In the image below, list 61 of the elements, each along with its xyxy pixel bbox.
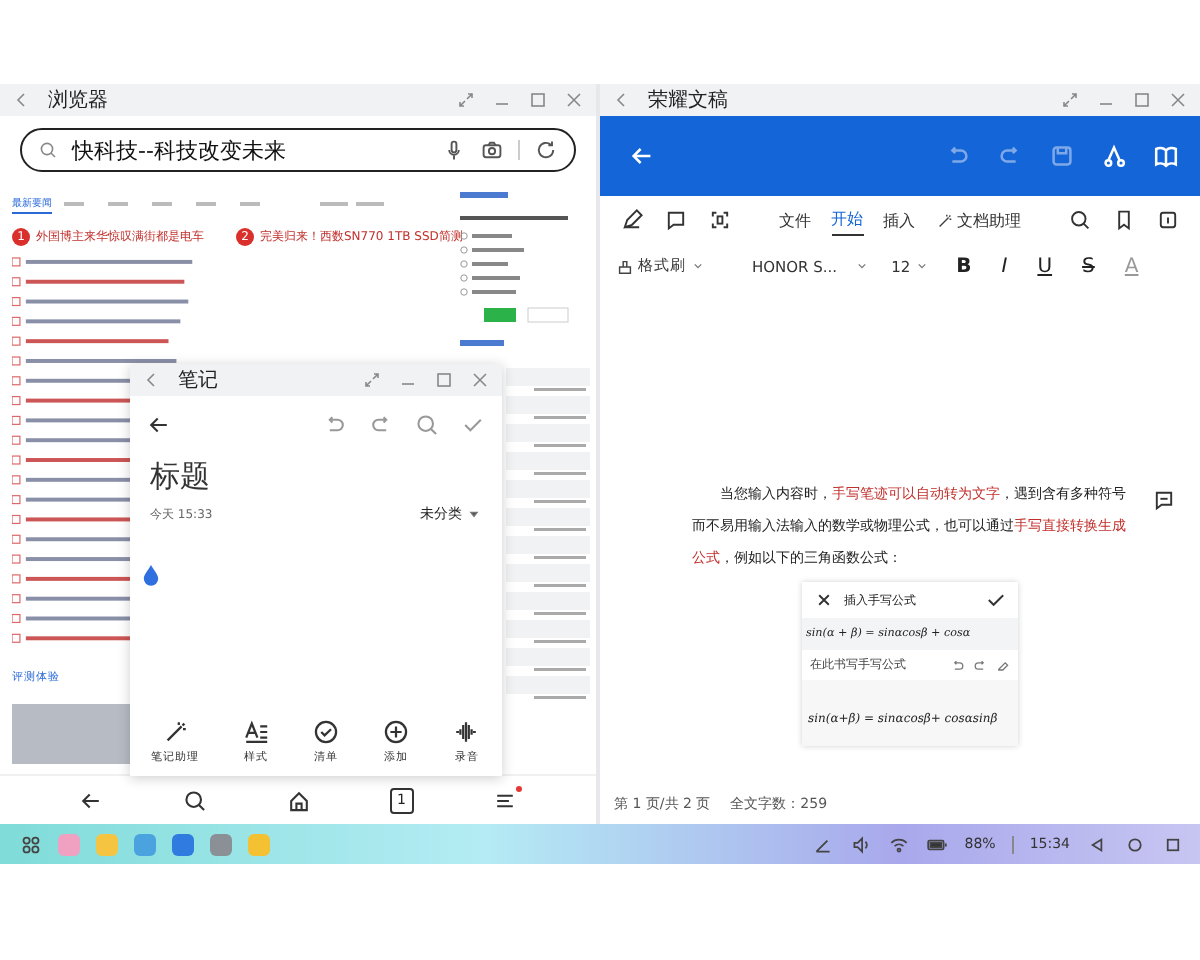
format-button[interactable]: B bbox=[952, 255, 976, 277]
back-triangle-icon[interactable] bbox=[1086, 833, 1108, 855]
window-title: 笔记 bbox=[178, 368, 218, 394]
volume-icon[interactable] bbox=[850, 833, 873, 855]
back-arrow-icon[interactable] bbox=[146, 412, 172, 438]
page-icon[interactable] bbox=[1156, 208, 1180, 232]
maximize-icon[interactable] bbox=[528, 90, 548, 110]
search-icon[interactable] bbox=[182, 787, 209, 813]
waveform-icon bbox=[452, 718, 481, 746]
cursor-handle-icon[interactable] bbox=[142, 564, 160, 586]
undo-icon[interactable] bbox=[950, 657, 966, 673]
format-button[interactable]: I bbox=[997, 255, 1012, 277]
home-icon[interactable] bbox=[285, 787, 312, 813]
menu-button[interactable] bbox=[491, 787, 518, 813]
book-icon[interactable] bbox=[1152, 142, 1180, 170]
search-field[interactable]: 快科技--科技改变未来 bbox=[20, 128, 576, 172]
expand-icon[interactable] bbox=[456, 90, 476, 110]
ribbon-tab[interactable]: 插入 bbox=[883, 205, 915, 235]
back-arrow-icon[interactable] bbox=[628, 142, 656, 170]
expand-icon[interactable] bbox=[362, 370, 382, 390]
save-icon[interactable] bbox=[1048, 142, 1076, 170]
search-icon[interactable] bbox=[1068, 208, 1092, 232]
ribbon-tab[interactable]: 开始 bbox=[831, 204, 863, 236]
scan-icon[interactable] bbox=[708, 208, 732, 232]
maximize-icon[interactable] bbox=[434, 370, 454, 390]
maximize-icon[interactable] bbox=[1132, 90, 1152, 110]
camera-icon[interactable] bbox=[480, 138, 504, 162]
eraser-icon[interactable] bbox=[994, 657, 1010, 673]
chevron-down-icon bbox=[914, 258, 931, 274]
plus-circle-icon bbox=[382, 718, 411, 746]
comment-icon[interactable] bbox=[664, 208, 688, 232]
wifi-icon[interactable] bbox=[888, 833, 911, 855]
app-icon[interactable] bbox=[210, 833, 232, 855]
search-icon bbox=[38, 140, 58, 160]
redo-icon[interactable] bbox=[972, 657, 988, 673]
text-style-icon bbox=[241, 718, 270, 746]
microphone-icon[interactable] bbox=[442, 138, 466, 162]
format-button[interactable]: U bbox=[1033, 255, 1057, 277]
magic-pen-icon bbox=[161, 718, 190, 746]
comment-icon[interactable] bbox=[1152, 488, 1176, 512]
brush-icon bbox=[616, 257, 634, 275]
expand-icon[interactable] bbox=[1060, 90, 1080, 110]
chevron-down-icon bbox=[690, 258, 706, 274]
ribbon-tab[interactable]: 文件 bbox=[779, 205, 811, 235]
app-icon[interactable] bbox=[172, 833, 194, 855]
app-grid-icon[interactable] bbox=[20, 833, 42, 855]
caret-icon bbox=[466, 506, 482, 522]
check-circle-icon bbox=[311, 718, 340, 746]
note-title: 标题 bbox=[148, 456, 212, 498]
format-button[interactable]: S bbox=[1078, 255, 1099, 277]
bookmark-icon[interactable] bbox=[1112, 208, 1136, 232]
ribbon-tab[interactable]: 文档助理 bbox=[935, 205, 1021, 235]
pen-icon[interactable] bbox=[620, 208, 644, 232]
home-circle-icon[interactable] bbox=[1124, 833, 1146, 855]
window-title: 荣耀文稿 bbox=[648, 87, 728, 114]
window-title: 浏览器 bbox=[48, 87, 108, 114]
magic-wand-icon bbox=[935, 211, 953, 229]
refresh-icon[interactable] bbox=[534, 138, 558, 162]
share-icon[interactable] bbox=[1100, 142, 1128, 170]
recents-square-icon[interactable] bbox=[1162, 833, 1184, 855]
chevron-down-icon bbox=[853, 258, 870, 274]
